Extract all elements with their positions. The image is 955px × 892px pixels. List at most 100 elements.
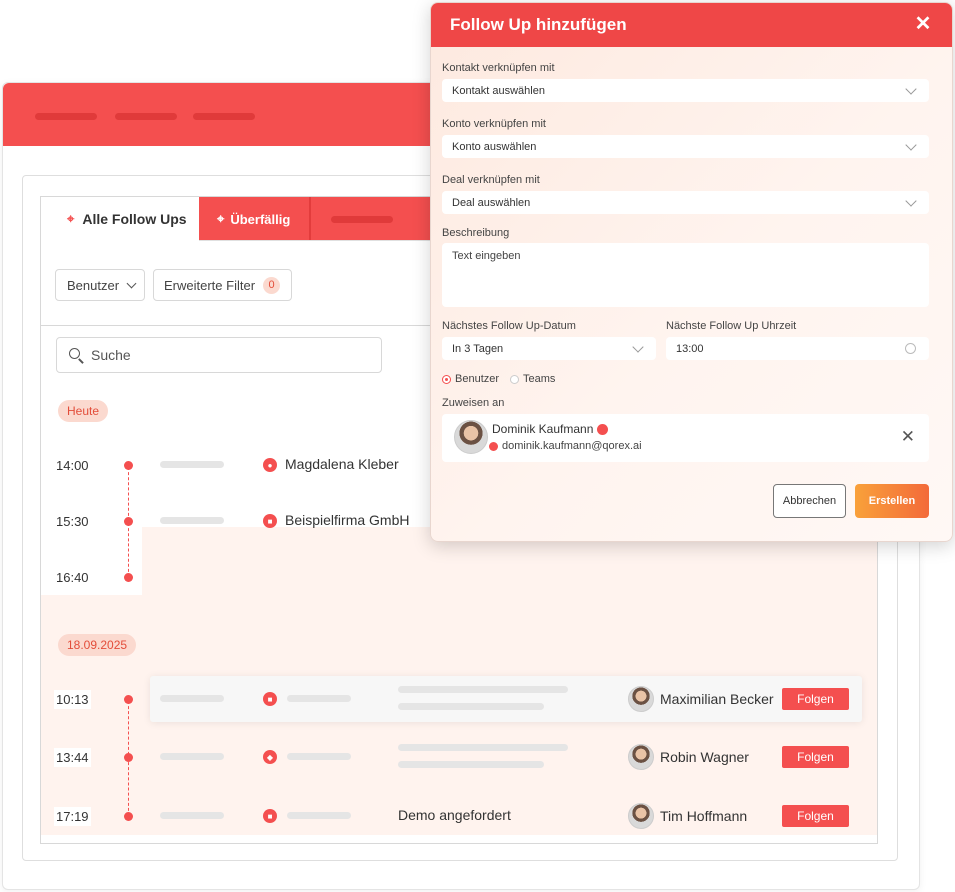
tab-overdue[interactable]: ⌖ Überfällig [199,197,309,241]
timeline-dot [124,695,133,704]
deal-select-value: Deal auswählen [452,196,531,209]
search-icon [69,348,84,364]
add-follow-up-modal: Follow Up hinzufügen ✕ Kontakt verknüpfe… [430,2,953,542]
assignee-name: Dominik Kaufmann [492,422,594,436]
search-input[interactable]: Suche [56,337,382,373]
company-icon: ■ [263,514,277,528]
item-time: 17:19 [54,807,91,826]
text-placeholder [160,753,224,760]
item-note: Demo angefordert [398,807,511,823]
radio-teams-label: Teams [523,373,556,385]
search-placeholder: Suche [91,347,131,363]
header-placeholder [115,113,177,120]
text-placeholder [287,695,351,702]
assignee-name-row: Dominik Kaufmann [492,422,609,436]
text-placeholder [398,761,544,768]
timeline-dot [124,461,133,470]
assignee-email: dominik.kaufmann@qorex.ai [502,440,642,452]
text-placeholder [398,744,568,751]
next-time-value: 13:00 [676,342,704,355]
text-placeholder [398,686,568,693]
chevron-down-icon [632,341,644,353]
chevron-down-icon [905,139,917,151]
item-time: 16:40 [54,568,91,587]
chevron-down-icon [905,83,917,95]
user-filter-dropdown[interactable]: Benutzer [55,269,145,301]
tab-placeholder[interactable] [311,197,431,241]
radio-selected-icon [442,374,451,384]
text-placeholder [398,703,544,710]
radio-teams[interactable]: Teams [510,373,555,385]
radio-user[interactable]: Benutzer [442,373,499,385]
deal-select[interactable]: Deal auswählen [442,191,929,214]
avatar [628,744,654,770]
deal-icon: ◆ [263,750,277,764]
filter-count-badge: 0 [263,276,281,294]
description-placeholder: Text eingeben [452,250,521,262]
item-time: 14:00 [54,456,91,475]
date-group-badge: 18.09.2025 [58,634,137,656]
item-company-name[interactable]: Beispielfirma GmbH [285,512,409,528]
next-date-value: In 3 Tagen [452,342,504,355]
item-contact-name[interactable]: Magdalena Kleber [285,456,399,472]
company-icon: ■ [263,809,277,823]
next-time-label: Nächste Follow Up Uhrzeit [666,320,797,332]
user-filter-label: Benutzer [67,277,120,293]
timeline-dot [124,812,133,821]
assignee-name: Tim Hoffmann [660,808,748,824]
cancel-button[interactable]: Abbrechen [773,484,846,518]
account-select-value: Konto auswählen [452,140,537,153]
chevron-down-icon [905,195,917,207]
item-time: 13:44 [54,748,91,767]
pin-icon: ⌖ [67,211,75,226]
assignee-card: Dominik Kaufmann dominik.kaufmann@qorex.… [442,414,929,462]
radio-unselected-icon [510,374,519,384]
assignee-email-row: dominik.kaufmann@qorex.ai [489,440,642,452]
header-placeholder [35,113,97,120]
description-textarea[interactable]: Text eingeben [442,243,929,307]
text-placeholder [160,461,224,468]
header-placeholder [193,113,255,120]
next-time-input[interactable]: 13:00 [666,337,929,360]
timeline-dot [124,573,133,582]
avatar [628,686,654,712]
text-placeholder [287,753,351,760]
tab-placeholder-bar [331,215,393,223]
avatar [628,803,654,829]
description-label: Beschreibung [442,227,510,239]
advanced-filter-button[interactable]: Erweiterte Filter 0 [153,269,292,301]
assignee-name: Robin Wagner [660,749,749,765]
verified-icon [597,423,609,435]
next-date-select[interactable]: In 3 Tagen [442,337,656,360]
tab-all-follow-ups[interactable]: ⌖ Alle Follow Ups [41,197,199,241]
account-select[interactable]: Konto auswählen [442,135,929,158]
account-label: Konto verknüpfen mit [442,118,546,130]
remove-assignee-icon[interactable]: ✕ [901,428,915,446]
timeline-dot [124,753,133,762]
text-placeholder [160,695,224,702]
tab-overdue-label: Überfällig [230,211,291,227]
text-placeholder [287,812,351,819]
follow-button[interactable]: Folgen [782,805,849,827]
follow-button[interactable]: Folgen [782,688,849,710]
item-time: 15:30 [54,512,91,531]
deal-label: Deal verknüpfen mit [442,174,540,186]
contact-select-value: Kontakt auswählen [452,84,545,97]
email-icon [489,441,498,451]
contact-icon: ● [263,458,277,472]
advanced-filter-label: Erweiterte Filter [164,277,256,293]
modal-title: Follow Up hinzufügen [450,15,627,34]
follow-button[interactable]: Folgen [782,746,849,768]
pin-icon: ⌖ [217,211,225,226]
assignee-name: Maximilian Becker [660,691,774,707]
text-placeholder [160,812,224,819]
modal-header: Follow Up hinzufügen ✕ [431,3,952,47]
create-button[interactable]: Erstellen [855,484,929,518]
close-icon[interactable]: ✕ [914,14,932,34]
next-date-label: Nächstes Follow Up-Datum [442,320,576,332]
tab-all-label: Alle Follow Ups [82,211,187,227]
date-group-badge: Heute [58,400,109,422]
contact-select[interactable]: Kontakt auswählen [442,79,929,102]
clock-icon [905,343,916,354]
assign-label: Zuweisen an [442,397,505,409]
